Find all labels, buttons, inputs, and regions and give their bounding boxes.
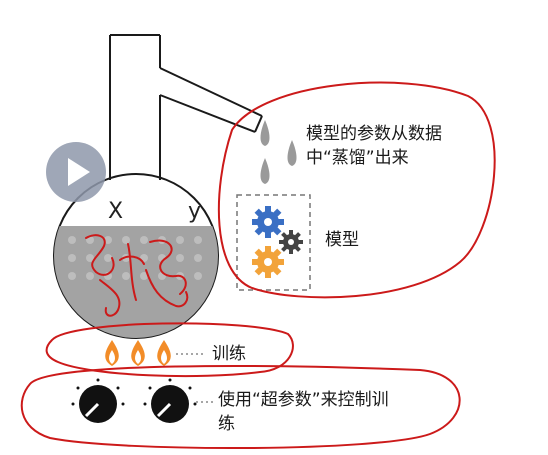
- model-label: 模型: [325, 230, 359, 250]
- output-label-line1: 模型的参数从数据: [306, 124, 442, 144]
- gear-icon: [252, 206, 303, 278]
- hyperparam-label-line2: 练: [218, 414, 235, 434]
- training-label: 训练: [212, 344, 246, 364]
- knob-icon[interactable]: [143, 378, 197, 424]
- distillation-diagram: X y 模型的参数从数据 中“蒸馏”出来 模型 训练 使用“超参数”来控制训 练: [0, 0, 548, 455]
- variable-x-label: X: [108, 199, 124, 224]
- knob-icon[interactable]: [71, 378, 125, 424]
- flask-liquid: [54, 226, 218, 338]
- play-icon[interactable]: [46, 142, 106, 202]
- model-box: [236, 194, 311, 291]
- droplet-icon: [260, 120, 297, 184]
- variable-y-label: y: [188, 199, 202, 224]
- hyperparam-label-line1: 使用“超参数”来控制训: [218, 390, 389, 410]
- output-label-line2: 中“蒸馏”出来: [306, 148, 409, 168]
- flame-icon: [105, 340, 171, 366]
